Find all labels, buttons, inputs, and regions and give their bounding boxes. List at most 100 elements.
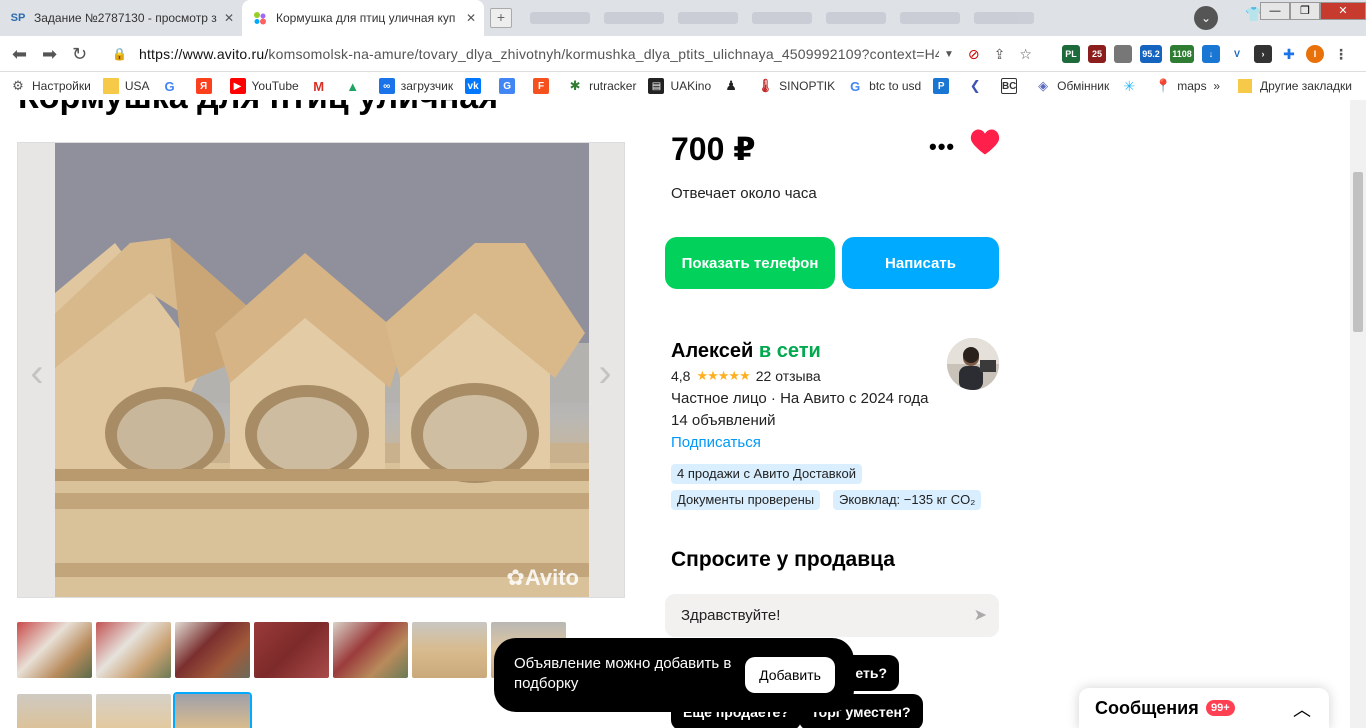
snow-icon: ✳ xyxy=(1123,77,1136,94)
scrollbar-thumb[interactable] xyxy=(1353,172,1363,332)
add-button[interactable]: Добавить xyxy=(745,657,835,693)
menu-icon[interactable]: ⋮ xyxy=(1332,45,1350,63)
bookmark-exchange[interactable]: ◈ Обмінник xyxy=(1035,78,1109,94)
tab-task[interactable]: SP Задание №2787130 - просмотр з ✕ xyxy=(0,0,242,36)
exchange-icon: ◈ xyxy=(1038,78,1049,93)
tab-search-icon[interactable]: ⌄ xyxy=(1194,6,1218,30)
send-icon[interactable]: ➤ xyxy=(974,605,987,625)
thumbnail[interactable] xyxy=(17,694,92,728)
back-icon[interactable]: ⬅ xyxy=(12,44,27,64)
address-bar[interactable]: 🔒 https://www.avito.ru/komsomolsk-na-amu… xyxy=(104,41,1048,67)
other-bookmarks[interactable]: Другие закладки xyxy=(1260,79,1352,93)
close-icon[interactable]: ✕ xyxy=(224,11,234,25)
bookmark-p[interactable]: P xyxy=(933,78,955,94)
bookmark-arrow[interactable]: ❮ xyxy=(967,78,989,94)
profile-avatar[interactable]: I xyxy=(1306,45,1324,63)
ext-v-icon[interactable]: V xyxy=(1228,45,1246,63)
blocked-icon[interactable]: ⊘ xyxy=(968,46,980,63)
chevron-up-icon[interactable]: ︿ xyxy=(1293,696,1311,722)
dropdown-icon[interactable]: ▼ xyxy=(944,49,954,60)
ext-pl-icon[interactable]: PL xyxy=(1062,45,1080,63)
gmail-icon: M xyxy=(313,78,325,94)
bookmark-settings[interactable]: ⚙ Настройки xyxy=(10,78,91,94)
eco-badge[interactable]: Эковклад: −135 кг CO₂ xyxy=(833,490,982,510)
write-message-button[interactable]: Написать xyxy=(842,237,999,289)
bookmark-snow[interactable]: ✳ xyxy=(1121,78,1143,94)
ext-btc-icon[interactable]: 1108 xyxy=(1170,45,1194,63)
bookmarks-overflow[interactable]: » xyxy=(1213,79,1220,93)
show-phone-button[interactable]: Показать телефон xyxy=(665,237,835,289)
bookmark-gmail[interactable]: M xyxy=(311,78,333,94)
ext-briefcase-icon[interactable] xyxy=(1114,45,1132,63)
documents-badge[interactable]: Документы проверены xyxy=(671,490,821,510)
seller-ads-count[interactable]: 14 объявлений xyxy=(671,412,776,429)
star-icon[interactable]: ☆ xyxy=(1019,46,1032,63)
delivery-badge[interactable]: 4 продажи с Авито Доставкой xyxy=(671,464,862,484)
thumbnail[interactable] xyxy=(96,694,171,728)
bookmark-youtube[interactable]: ▶ YouTube xyxy=(229,78,299,94)
bookmark-maps[interactable]: 📍 maps xyxy=(1155,78,1206,94)
more-options-icon[interactable]: ••• xyxy=(929,134,955,160)
thumbnail[interactable] xyxy=(333,622,408,678)
bookmark-google[interactable]: G xyxy=(162,78,184,94)
translate-icon: G xyxy=(499,78,516,94)
extensions-puzzle-icon[interactable]: ✚ xyxy=(1280,45,1298,63)
seller-rating[interactable]: 4,8 ★★★★★ 22 отзыва xyxy=(671,368,821,384)
thumbnail[interactable] xyxy=(17,622,92,678)
tab-label: Кормушка для птиц уличная куп xyxy=(276,11,456,25)
bookmark-uakino[interactable]: ▤ UAKino xyxy=(648,78,711,94)
ext-terminal-icon[interactable]: › xyxy=(1254,45,1272,63)
maps-icon: 📍 xyxy=(1155,78,1172,93)
thumbnail[interactable] xyxy=(175,622,250,678)
add-to-collection-toast: Объявление можно добавить в подборку Доб… xyxy=(494,638,854,712)
bookmark-sinoptik[interactable]: 🌡 SINOPTIK xyxy=(757,78,835,94)
bookmark-btc[interactable]: Gbtc to usd xyxy=(847,78,921,94)
avatar[interactable] xyxy=(947,338,999,390)
drive-icon: ▲ xyxy=(346,78,360,94)
ask-seller-input[interactable]: Здравствуйте! ➤ xyxy=(665,594,999,637)
folder-icon xyxy=(1238,79,1253,93)
bookmark-usa[interactable]: USA xyxy=(102,78,150,94)
thumbnail[interactable] xyxy=(96,622,171,678)
thumbnail[interactable] xyxy=(254,622,329,678)
ext-95-icon[interactable]: 95.2 xyxy=(1140,45,1162,63)
minimize-button[interactable]: — xyxy=(1260,2,1290,20)
favorite-heart-icon[interactable] xyxy=(970,128,1000,161)
bookmark-translate[interactable]: G xyxy=(499,78,521,94)
share-icon[interactable]: ⇪ xyxy=(994,46,1006,63)
tab-avito[interactable]: Кормушка для птиц уличная куп ✕ xyxy=(242,0,484,36)
gear-icon: ⚙ xyxy=(12,78,24,93)
bookmark-rutracker[interactable]: ✱ rutracker xyxy=(567,78,637,94)
seller-type: Частное лицо · На Авито с 2024 года xyxy=(671,390,929,407)
bookmark-yandex[interactable]: Я xyxy=(195,78,218,94)
google-icon: G xyxy=(850,78,861,94)
new-tab-button[interactable]: + xyxy=(490,8,512,28)
maximize-button[interactable]: ❐ xyxy=(1290,2,1320,20)
thumbnail-selected[interactable] xyxy=(173,692,252,728)
subscribe-link[interactable]: Подписаться xyxy=(671,434,761,451)
bookmarks-bar: ⚙ Настройки USA G Я ▶ YouTube M ▲ ∞ загрузч… xyxy=(0,72,1366,100)
next-photo-icon[interactable]: › xyxy=(590,343,620,403)
thumbnail[interactable] xyxy=(412,622,487,678)
close-icon[interactable]: ✕ xyxy=(466,11,476,25)
bookmark-figure[interactable]: ♟ xyxy=(723,78,745,94)
bookmark-drive[interactable]: ▲ xyxy=(345,78,367,94)
bookmark-vk[interactable]: vk xyxy=(465,78,487,94)
messages-label: Сообщения xyxy=(1095,698,1199,718)
prev-photo-icon[interactable]: ‹ xyxy=(22,343,52,403)
browser-toolbar: ⬅ ➡ ↻ 🔒 https://www.avito.ru/komsomolsk-… xyxy=(0,36,1366,72)
messages-panel[interactable]: Сообщения 99+ ︿ xyxy=(1079,688,1329,728)
seller-name[interactable]: Алексей в сети xyxy=(671,340,821,363)
bookmark-bc[interactable]: BC xyxy=(1001,78,1023,94)
main-photo[interactable]: ✿Avito xyxy=(55,143,589,597)
photo-gallery[interactable]: ✿Avito ‹ › xyxy=(17,142,625,598)
page-scrollbar[interactable] xyxy=(1350,100,1366,728)
ext-25-icon[interactable]: 25 xyxy=(1088,45,1106,63)
ext-download-icon[interactable]: ↓ xyxy=(1202,45,1220,63)
forward-icon[interactable]: ➡ xyxy=(42,44,57,64)
bookmark-downloader[interactable]: ∞ загрузчик xyxy=(378,78,453,94)
close-window-button[interactable]: ✕ xyxy=(1320,2,1366,20)
avito-watermark: ✿Avito xyxy=(506,565,579,590)
bookmark-f[interactable]: F xyxy=(533,78,555,94)
reload-icon[interactable]: ↻ xyxy=(72,44,87,64)
